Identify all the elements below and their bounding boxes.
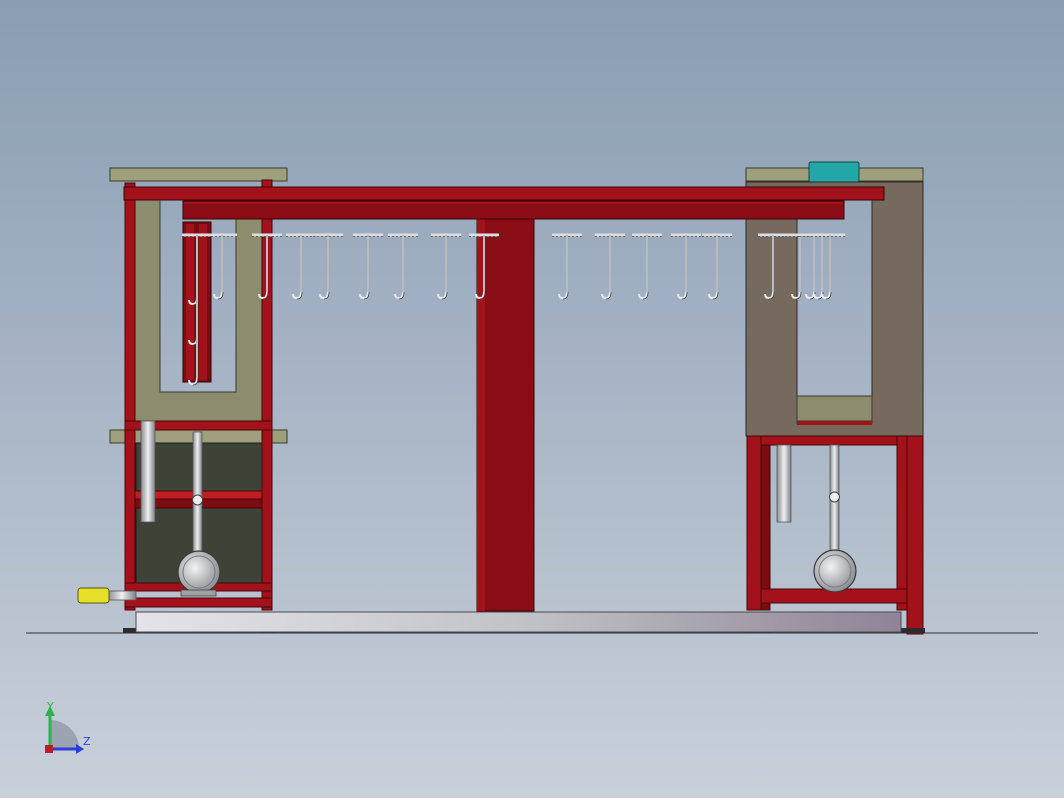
shackle-hook xyxy=(632,233,662,300)
right-inner-tray-lip xyxy=(797,421,872,425)
coordinate-triad: Y Z xyxy=(45,700,91,754)
triad-quarter-disc xyxy=(50,720,79,749)
top-beam-inner xyxy=(182,200,845,220)
shackle-hook xyxy=(353,233,383,300)
right-station xyxy=(745,161,925,635)
top-beam-outer xyxy=(123,186,885,201)
left-outlet-pipe xyxy=(107,590,137,601)
right-post-d xyxy=(906,435,924,635)
shackle-hook xyxy=(552,233,582,300)
cad-front-view: Y Z xyxy=(26,161,1038,754)
left-pump-base xyxy=(180,589,217,597)
right-pump-motor xyxy=(813,549,857,593)
right-pipe-a xyxy=(776,444,792,523)
shackle-hook xyxy=(807,233,837,300)
right-post-b xyxy=(760,444,771,611)
triad-z-label: Z xyxy=(83,735,91,748)
right-valve xyxy=(829,491,840,503)
right-foot-b xyxy=(899,628,925,633)
shackle-hook xyxy=(671,233,701,300)
right-post-a xyxy=(746,435,762,611)
left-pipe-b xyxy=(192,431,203,553)
shackle-hook xyxy=(595,233,625,300)
shackle-hook xyxy=(799,233,829,300)
shackle-hook xyxy=(388,233,418,300)
central-column xyxy=(476,218,535,612)
yellow-inlet-fitting xyxy=(77,587,110,604)
triad-origin xyxy=(45,745,53,753)
left-pipe-a xyxy=(140,420,156,523)
left-post-outer xyxy=(124,182,136,611)
left-valve xyxy=(192,494,203,506)
triad-y-label: Y xyxy=(46,700,54,713)
left-pump-motor xyxy=(177,550,221,594)
shackle-hook xyxy=(431,233,461,300)
shackle-hook xyxy=(815,233,845,300)
shackle-hook xyxy=(702,233,732,300)
left-top-plate xyxy=(109,167,288,182)
teal-motor-box xyxy=(808,161,860,183)
shackle-hook xyxy=(313,233,343,300)
shackle-hook xyxy=(286,233,316,300)
left-bar-base xyxy=(124,597,273,608)
right-inner-tray xyxy=(796,395,873,422)
right-post-c xyxy=(896,435,908,611)
base-rail xyxy=(135,611,902,633)
